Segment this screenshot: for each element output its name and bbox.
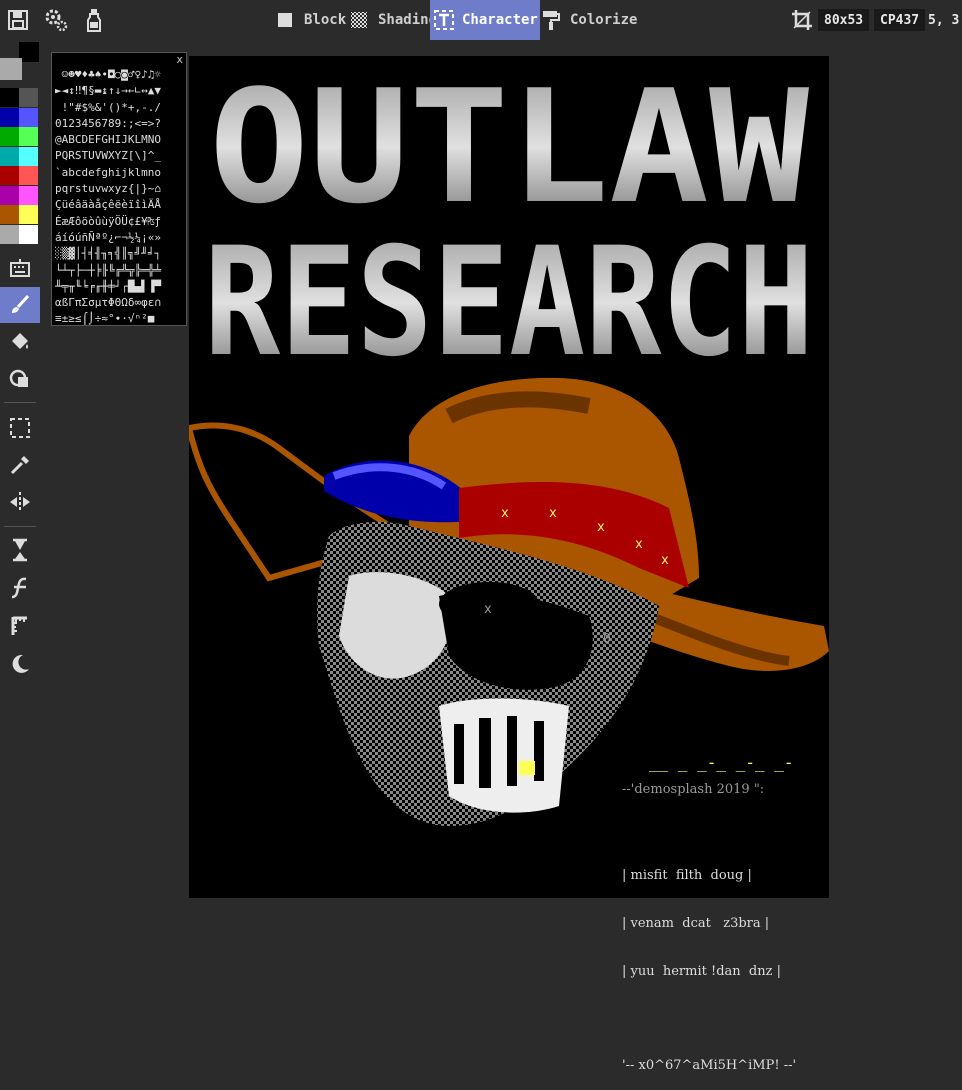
close-icon[interactable]: x: [176, 53, 183, 66]
charset-row[interactable]: !"#$%&'()*+,-./: [55, 100, 185, 116]
svg-text:x: x: [549, 506, 557, 521]
canvas-size[interactable]: 80x53: [818, 9, 870, 31]
mode-shading[interactable]: Shading: [342, 0, 443, 40]
mode-block[interactable]: Block: [268, 0, 352, 40]
save-icon[interactable]: [4, 6, 32, 34]
left-toolbar: [0, 40, 40, 898]
shape-icon[interactable]: [0, 361, 40, 397]
palette-swatch[interactable]: [19, 185, 38, 205]
charset-row[interactable]: ÉæÆôöòûùÿÖÜ¢£¥₧ƒ: [55, 214, 185, 230]
svg-text:0: 0: [603, 632, 611, 647]
foreground-color-swatch[interactable]: [19, 42, 39, 62]
palette-swatch[interactable]: [0, 185, 19, 205]
fill-bucket-icon[interactable]: [0, 324, 40, 360]
palette-swatch[interactable]: [0, 166, 19, 185]
eyedropper-icon[interactable]: [0, 447, 40, 483]
palette-swatch[interactable]: [19, 127, 38, 146]
charset-row[interactable]: ≡±≥≤⌠⌡÷≈°∙·√ⁿ²■: [55, 311, 185, 327]
charset-grid: ☺☻♥♦♣♠•◘○◙♂♀♪♫☼ ►◄↕‼¶§▬↨↑↓→←∟↔▲▼ !"#$%&'(…: [55, 67, 185, 328]
charset-row[interactable]: @ABCDEFGHIJKLMNO: [55, 132, 185, 148]
svg-text:x: x: [661, 553, 669, 568]
charset-row[interactable]: ☺☻♥♦♣♠•◘○◙♂♀♪♫☼: [55, 67, 185, 83]
title-line2: RESEARCH: [204, 216, 814, 390]
svg-text:x: x: [597, 520, 605, 535]
credits-row: | yuu hermit !dan dnz |: [622, 964, 781, 979]
charset-palette: x ☺☻♥♦♣♠•◘○◙♂♀♪♫☼ ►◄↕‼¶§▬↨↑↓→←∟↔▲▼ !"#$%&…: [51, 52, 187, 326]
palette-swatch[interactable]: [19, 224, 38, 244]
charset-row[interactable]: pqrstuvwxyz{|}~⌂: [55, 181, 185, 197]
keyboard-icon[interactable]: [0, 250, 40, 286]
moon-icon[interactable]: [0, 646, 40, 682]
svg-text:x: x: [635, 537, 643, 552]
palette-swatch[interactable]: [19, 166, 38, 185]
toolbar-divider: [4, 402, 36, 403]
hourglass-icon[interactable]: [0, 532, 40, 568]
paint-roller-icon: [540, 9, 562, 31]
ruler-icon[interactable]: [0, 608, 40, 644]
shading-icon: [348, 9, 370, 31]
toolbar-divider: [4, 526, 36, 527]
charset-row[interactable]: ►◄↕‼¶§▬↨↑↓→←∟↔▲▼: [55, 83, 185, 99]
crop-icon[interactable]: [788, 6, 816, 34]
palette-swatch[interactable]: [19, 146, 38, 166]
credits-footer: '-- x0^67^aMi5H^iMP! --': [622, 1058, 797, 1073]
cursor-position: 5, 3: [928, 12, 960, 28]
svg-text:x: x: [484, 602, 492, 617]
brush-icon[interactable]: [0, 287, 40, 323]
font-f-icon[interactable]: [0, 570, 40, 606]
charset-row[interactable]: áíóúñÑªº¿⌐¬½¼¡«»: [55, 230, 185, 246]
codepage[interactable]: CP437: [874, 9, 926, 31]
mirror-icon[interactable]: [0, 484, 40, 520]
mode-character[interactable]: Character: [430, 0, 540, 40]
mode-colorize[interactable]: Colorize: [536, 0, 641, 40]
title-line1: OUTLAW: [209, 56, 809, 238]
charset-row[interactable]: 0123456789:;<=>?: [55, 116, 185, 132]
charset-row[interactable]: αßΓπΣσµτΦΘΩδ∞φε∩: [55, 295, 185, 311]
credits-header: --'demosplash 2019 ":: [622, 782, 765, 797]
palette-swatch[interactable]: [19, 205, 38, 224]
palette-swatch[interactable]: [0, 107, 19, 127]
credits-block: --'demosplash 2019 ": | misfit filth dou…: [622, 750, 832, 1090]
palette-swatch[interactable]: [19, 88, 38, 107]
charset-row[interactable]: PQRSTUVWXYZ[\]^_: [55, 148, 185, 164]
background-color-swatch[interactable]: [0, 58, 22, 80]
svg-text:x: x: [501, 506, 509, 521]
block-icon: [274, 9, 296, 31]
charset-row[interactable]: ╨╤╥╙╘╒╓╫╪┘┌█▄▌▐▀: [55, 279, 185, 295]
palette-swatch[interactable]: [0, 88, 19, 107]
credits-row: | venam dcat z3bra |: [622, 916, 770, 931]
selection-icon[interactable]: [0, 410, 40, 446]
charset-row[interactable]: `abcdefghijklmno: [55, 165, 185, 181]
character-icon: [434, 9, 454, 31]
palette-swatch[interactable]: [0, 224, 19, 244]
settings-gears-icon[interactable]: [42, 6, 70, 34]
palette-swatch[interactable]: [0, 146, 19, 166]
bottle-icon[interactable]: [80, 6, 108, 34]
palette-swatch[interactable]: [0, 205, 19, 224]
charset-row[interactable]: └┴┬├─┼╞╟╚╔╩╦╠═╬╧: [55, 263, 185, 279]
charset-row[interactable]: ░▒▓│┤╡╢╖╕╣║╗╝╜╛┐: [55, 246, 185, 262]
palette-swatch[interactable]: [19, 107, 38, 127]
charset-row[interactable]: ÇüéâäàåçêëèïîìÄÅ: [55, 197, 185, 213]
top-toolbar: Block Shading Character Colorize 80x53 C…: [0, 0, 962, 40]
palette-swatch[interactable]: [0, 127, 19, 146]
credits-row: | misfit filth doug |: [622, 868, 752, 883]
